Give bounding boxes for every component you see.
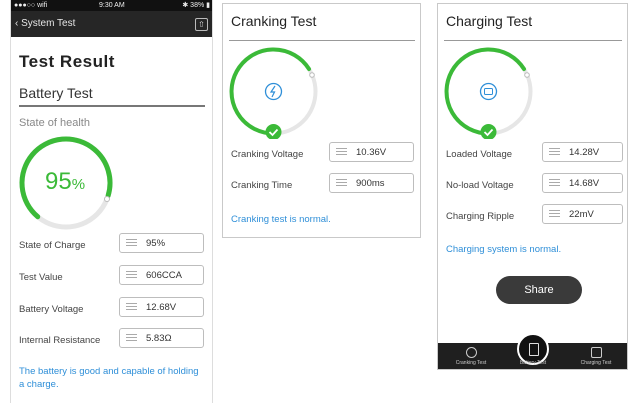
check-icon <box>480 124 497 139</box>
loaded-voltage-label: Loaded Voltage <box>446 149 513 160</box>
charging-gauge <box>444 47 533 139</box>
charger-icon <box>590 347 602 358</box>
plug-icon <box>479 82 498 101</box>
clock-icon <box>465 347 477 358</box>
battery-voltage-label: Battery Voltage <box>19 304 84 315</box>
internal-resistance-label: Internal Resistance <box>19 335 101 346</box>
plug-body <box>484 88 493 95</box>
share-square-icon[interactable]: ⇧ <box>195 18 208 31</box>
gauge-knob <box>309 72 315 78</box>
list-icon <box>549 210 560 219</box>
section-title: Battery Test <box>19 85 93 101</box>
list-icon <box>126 239 137 248</box>
cranking-voltage-label: Cranking Voltage <box>231 149 304 160</box>
status-bar: ●●●○○ wifi 9:30 AM ✱ 38% ▮ <box>11 0 212 11</box>
cranking-test-screen: Cranking Test Cranking Voltage 10.36V Cr… <box>222 3 421 238</box>
battery-result-screen: ●●●○○ wifi 9:30 AM ✱ 38% ▮ ‹ System Test… <box>10 0 213 403</box>
status-time: 9:30 AM <box>99 2 125 9</box>
cranking-title: Cranking Test <box>231 13 317 29</box>
list-icon <box>336 148 347 157</box>
test-value-value: 606CCA <box>119 265 204 285</box>
list-icon <box>549 179 560 188</box>
charging-test-screen: Charging Test Loaded Voltage 14.28V No-l… <box>437 3 628 370</box>
charging-ripple-value: 22mV <box>542 204 623 224</box>
charging-title: Charging Test <box>446 13 533 29</box>
gauge-fill <box>229 47 311 136</box>
cranking-voltage-value: 10.36V <box>329 142 414 162</box>
state-of-charge-value: 95% <box>119 233 204 253</box>
list-icon <box>126 271 137 280</box>
internal-resistance-value: 5.83Ω <box>119 328 204 348</box>
back-button[interactable]: ‹ System Test <box>15 11 75 37</box>
bottom-tab-bar: Cranking Test Battery Test Charging Test <box>438 333 627 369</box>
list-icon <box>336 179 347 188</box>
no-load-voltage-value: 14.68V <box>542 173 623 193</box>
state-of-health-label: State of health <box>19 117 90 129</box>
no-load-voltage-label: No-load Voltage <box>446 180 514 191</box>
list-icon <box>126 334 137 343</box>
lightning-bolt <box>269 85 276 98</box>
state-of-charge-label: State of Charge <box>19 240 86 251</box>
gauge-knob <box>104 196 110 202</box>
charging-ripple-label: Charging Ripple <box>446 211 515 222</box>
loaded-voltage-value: 14.28V <box>542 142 623 162</box>
divider <box>229 40 415 41</box>
battery-icon <box>529 343 539 356</box>
charging-status-message: Charging system is normal. <box>446 244 562 255</box>
divider <box>19 105 205 107</box>
tab-cranking-test[interactable]: Cranking Test <box>446 343 496 369</box>
battery-voltage-value: 12.68V <box>119 297 204 317</box>
battery-status: ✱ 38% ▮ <box>182 2 210 9</box>
signal-status: ●●●○○ wifi <box>14 2 48 9</box>
tab-charging-test[interactable]: Charging Test <box>571 343 621 369</box>
list-icon <box>549 148 560 157</box>
divider <box>444 40 622 41</box>
battery-status-message: The battery is good and capable of holdi… <box>19 366 199 390</box>
gauge-fill <box>444 47 526 136</box>
gauge-knob <box>524 72 530 78</box>
test-value-label: Test Value <box>19 272 63 283</box>
cranking-gauge <box>229 47 318 139</box>
cranking-time-label: Cranking Time <box>231 180 293 191</box>
cranking-status-message: Cranking test is normal. <box>231 214 331 225</box>
tab-battery-test-label: Battery Test <box>519 360 547 366</box>
page-title: Test Result <box>19 52 115 71</box>
cranking-time-value: 900ms <box>329 173 414 193</box>
share-button[interactable]: Share <box>496 276 582 304</box>
health-percent: 95% <box>45 168 86 195</box>
list-icon <box>126 303 137 312</box>
nav-bar: ‹ System Test ⇧ <box>11 11 212 37</box>
check-icon <box>265 124 282 139</box>
